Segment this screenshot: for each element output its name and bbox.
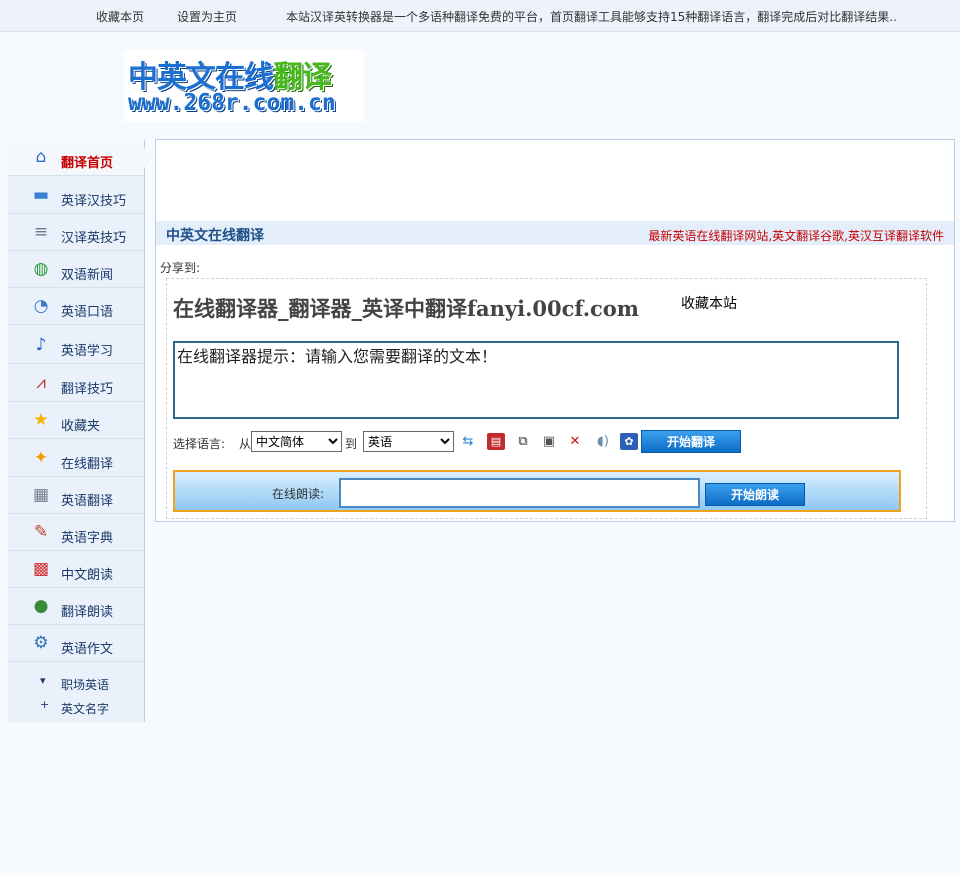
sidebar-item-1[interactable]: ⌂ 翻译首页 (8, 140, 152, 176)
home-icon: ⌂ (35, 147, 47, 167)
sidebar-item-label: 英语学习 (61, 344, 114, 359)
sidebar-item-label: 英语口语 (61, 305, 114, 320)
read-aloud-bar: 在线朗读: 开始朗读 (173, 470, 901, 512)
site-logo[interactable]: 中英文在线翻译 www.268r.com.cn (124, 50, 364, 122)
sidebar-item-label: 汉译英技巧 (61, 231, 127, 246)
sidebar-item-13[interactable]: ● 翻译朗读 (8, 589, 144, 625)
sidebar-item-label: 翻译首页 (61, 156, 114, 171)
select-language-label: 选择语言: (173, 437, 226, 451)
bookmark-page-link[interactable]: 收藏本页 (96, 8, 144, 25)
sidebar-item-3[interactable]: ≡ 汉译英技巧 (8, 215, 144, 251)
sidebar-item-10[interactable]: ▦ 英语翻译 (8, 478, 144, 514)
sidebar-item-label: 英语作文 (61, 642, 114, 657)
translator-heading: 在线翻译器_翻译器_英译中翻译fanyi.00cf.com (173, 296, 640, 321)
swap-language-icon[interactable]: ⇆ (459, 433, 477, 450)
clear-icon[interactable]: ✕ (566, 433, 584, 450)
sidebar-subitem-2[interactable]: + 英文名字 (8, 696, 144, 718)
chart-icon: ⩘ (36, 373, 46, 393)
gear-icon: ⚙ (33, 633, 49, 653)
to-language-select[interactable]: 英语 (363, 431, 454, 452)
star-icon: ★ (33, 410, 49, 430)
translator-box: 在线翻译器_翻译器_英译中翻译fanyi.00cf.com 收藏本站 在线翻译器… (166, 278, 927, 519)
expand-icon: ▾ (40, 674, 46, 687)
calendar-icon: ▦ (32, 485, 50, 505)
sidebar-item-label: 英语翻译 (61, 494, 114, 509)
sidebar-item-5[interactable]: ◔ 英语口语 (8, 289, 144, 325)
globe-icon: ◍ (33, 259, 49, 279)
source-text-input[interactable]: 在线翻译器提示：请输入您需要翻译的文本！ (173, 341, 899, 419)
favorite-site-link[interactable]: 收藏本站 (681, 293, 737, 313)
sidebar-item-14[interactable]: ⚙ 英语作文 (8, 626, 144, 662)
sidebar-item-11[interactable]: ✎ 英语字典 (8, 515, 144, 551)
site-notice: 本站汉译英转换器是一个多语种翻译免费的平台，首页翻译工具能够支持15种翻译语言，… (286, 10, 897, 24)
start-translate-button[interactable]: 开始翻译 (641, 430, 741, 453)
from-label: 从 (239, 437, 252, 451)
plus-icon: + (40, 698, 50, 711)
translate-controls: 选择语言: 从 中文简体 到 英语 ⇆ ▤ ⧉ ▣ ✕ ◖) ✿ 开始翻译 (173, 430, 913, 454)
start-reading-button[interactable]: 开始朗读 (705, 483, 805, 506)
sidebar-item-label: 翻译朗读 (61, 605, 114, 620)
sidebar-item-label: 在线翻译 (61, 457, 114, 472)
sidebar-item-label: 双语新闻 (61, 268, 114, 283)
sidebar-item-2[interactable]: ▬ 英译汉技巧 (8, 178, 144, 214)
ball-icon: ● (33, 596, 49, 616)
sidebar-item-label: 英译汉技巧 (61, 194, 127, 209)
read-aloud-input[interactable] (339, 478, 700, 508)
sidebar-item-9[interactable]: ✦ 在线翻译 (8, 441, 144, 477)
panel-title-bar: 中英文在线翻译 最新英语在线翻译网站,英文翻译谷歌,英汉互译翻译软件 (156, 221, 954, 245)
music-note-icon: ♪ (35, 335, 47, 355)
main-panel: 中英文在线翻译 最新英语在线翻译网站,英文翻译谷歌,英汉互译翻译软件 分享到: … (155, 139, 955, 522)
active-indicator (144, 148, 152, 168)
share-label: 分享到: (160, 261, 201, 275)
latest-links[interactable]: 最新英语在线翻译网站,英文翻译谷歌,英汉互译翻译软件 (648, 227, 944, 244)
copy-icon[interactable]: ⧉ (514, 433, 532, 450)
read-aloud-label: 在线朗读: (272, 487, 325, 501)
sidebar-subitem-label: 职场英语 (61, 678, 110, 692)
sidebar-item-12[interactable]: ▩ 中文朗读 (8, 552, 144, 588)
book-icon: ▬ (32, 185, 50, 205)
sidebar-item-4[interactable]: ◍ 双语新闻 (8, 252, 144, 288)
sidebar-item-label: 英语字典 (61, 531, 114, 546)
panel-title: 中英文在线翻译 (166, 228, 264, 244)
sidebar-nav: ⌂ 翻译首页 ▬ 英译汉技巧 ≡ 汉译英技巧 ◍ 双语新闻 ◔ 英语口语 ♪ 英语学习 ⩘ 翻译技巧 ★ 收藏… (8, 140, 152, 722)
from-language-select[interactable]: 中文简体 (251, 431, 342, 452)
sidebar-item-label: 收藏夹 (61, 419, 101, 434)
chat-icon: ◔ (33, 296, 49, 316)
top-bar: 收藏本页 设置为主页 本站汉译英转换器是一个多语种翻译免费的平台，首页翻译工具能… (0, 0, 960, 32)
sparkle-icon: ✦ (33, 448, 49, 468)
cart-icon: ▩ (32, 559, 50, 579)
paw-icon[interactable]: ✿ (620, 433, 638, 450)
translate-tool-icon[interactable]: ▤ (487, 433, 505, 450)
sidebar-item-7[interactable]: ⩘ 翻译技巧 (8, 366, 144, 402)
sidebar-item-6[interactable]: ♪ 英语学习 (8, 328, 144, 364)
sidebar-subitem-label: 英文名字 (61, 702, 110, 716)
sidebar-item-label: 中文朗读 (61, 568, 114, 583)
sidebar-subitem-1[interactable]: ▾ 职场英语 (8, 672, 144, 694)
speaker-icon[interactable]: ◖) (594, 433, 612, 450)
document-icon: ≡ (33, 222, 49, 242)
paste-icon[interactable]: ▣ (540, 433, 558, 450)
pencil-icon: ✎ (33, 522, 49, 542)
sidebar-item-8[interactable]: ★ 收藏夹 (8, 403, 144, 439)
set-homepage-link[interactable]: 设置为主页 (177, 8, 237, 25)
sidebar-item-label: 翻译技巧 (61, 382, 114, 397)
logo-url: www.268r.com.cn (128, 90, 336, 116)
to-label: 到 (345, 437, 358, 451)
